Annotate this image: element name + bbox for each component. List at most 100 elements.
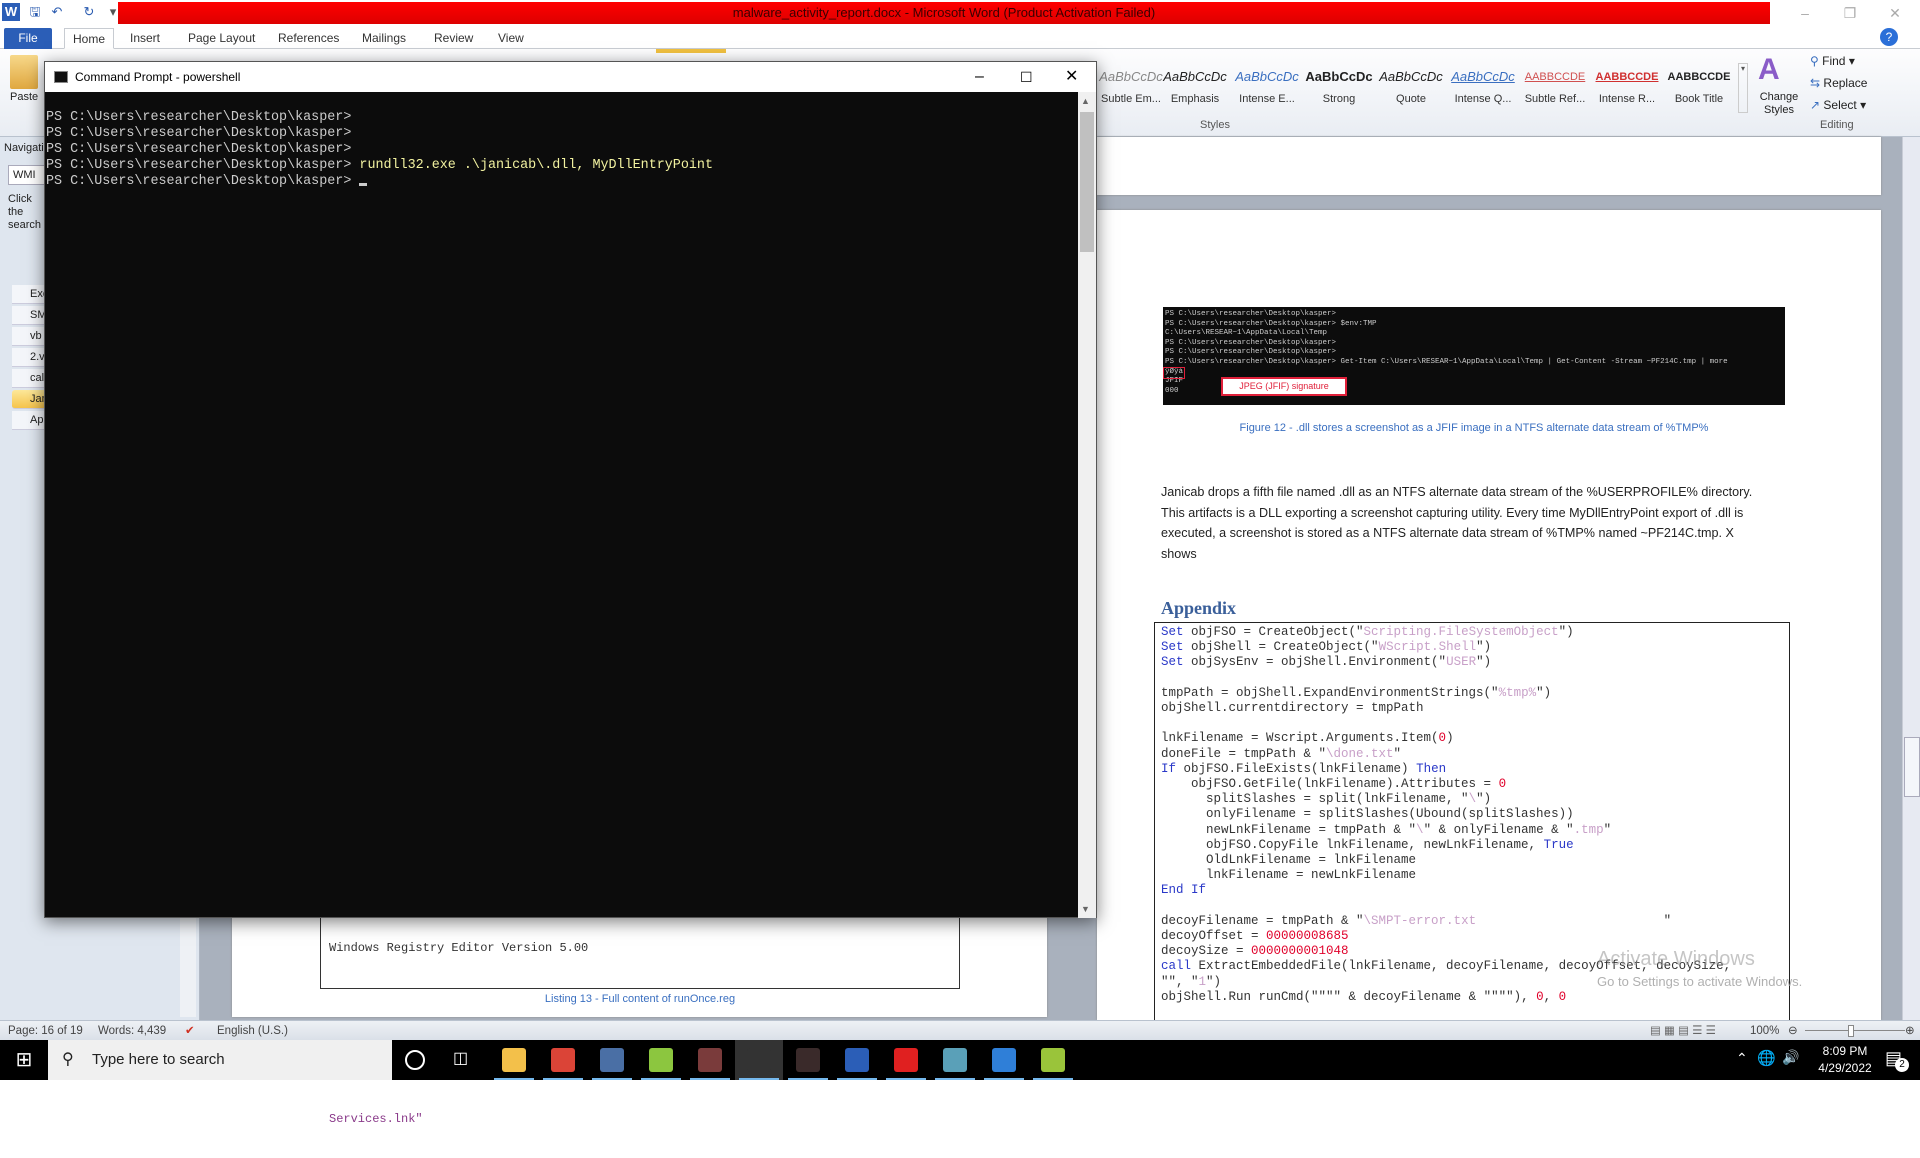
tab-review[interactable]: Review [426,28,481,49]
cmd-output[interactable]: PS C:\Users\researcher\Desktop\kasper> PS… [45,92,1078,918]
language[interactable]: English (U.S.) [217,1021,288,1041]
style-intense-reference[interactable]: AABBCCDE Intense R... [1592,67,1662,115]
zoom-level[interactable]: 100% [1750,1021,1779,1041]
redo-icon[interactable]: ↻ [80,3,98,21]
show-hidden-icons[interactable]: ⌃ [1736,1050,1748,1067]
bug-tool-icon [796,1048,820,1072]
zoom-out-icon[interactable]: ⊖ [1788,1021,1798,1041]
taskbar-app-notepadpp[interactable] [637,1040,685,1080]
paste-button[interactable]: Paste [10,91,38,103]
taskbar-app-monkey-app[interactable] [686,1040,734,1080]
body-paragraph: Janicab drops a fifth file named .dll as… [1161,485,1753,561]
change-styles-button[interactable]: Change Styles [1752,91,1806,117]
style-subtle-reference[interactable]: AABBCCDE Subtle Ref... [1520,67,1590,115]
taskbar-app-file-explorer[interactable] [490,1040,538,1080]
tab-view[interactable]: View [490,28,532,49]
replace-button[interactable]: ⇆ Replace [1810,76,1867,90]
tab-file[interactable]: File [4,28,52,49]
action-center-icon[interactable]: ▤ 2 [1885,1048,1909,1072]
zoom-slider-thumb[interactable] [1848,1025,1854,1037]
cmd-scrollbar[interactable]: ▲ ▼ [1078,92,1096,918]
tab-insert[interactable]: Insert [122,28,168,49]
taskbar-app-green-app[interactable] [1029,1040,1077,1080]
taskbar-app-chrome[interactable] [539,1040,587,1080]
doc-vertical-scrollbar[interactable] [1902,137,1920,1020]
red-app-icon [894,1048,918,1072]
taskbar-app-photos[interactable] [980,1040,1028,1080]
zoom-slider[interactable] [1805,1030,1905,1031]
tab-page-layout[interactable]: Page Layout [180,28,263,49]
code-line: If objFSO.FileExists(lnkFilename) Then [1161,761,1447,776]
close-icon[interactable]: ✕ [1875,2,1915,24]
code-line: onlyFilename = splitSlashes(Ubound(split… [1161,807,1574,822]
word-count[interactable]: Words: 4,439 [98,1021,166,1041]
task-view-icon[interactable]: ◫ [453,1048,468,1068]
tab-home[interactable]: Home [64,28,115,49]
ribbon-tabs: File Home Insert Page Layout References … [0,25,1920,49]
cmd-title-bar[interactable]: Command Prompt - powershell – ☐ ✕ [45,62,1096,92]
view-buttons-icon[interactable]: ▤ ▦ ▤ ☰ ☰ [1650,1021,1716,1041]
volume-icon[interactable]: 🔊 [1782,1049,1799,1066]
start-button[interactable]: ⊞ [0,1040,48,1080]
help-icon[interactable]: ? [1880,28,1898,46]
cmd-minimize-icon[interactable]: – [975,62,984,92]
cmd-scroll-up-icon[interactable]: ▲ [1081,96,1090,106]
tab-references[interactable]: References [270,28,347,49]
style-quote[interactable]: AaBbCcDc Quote [1376,67,1446,115]
taskbar-app-word[interactable] [833,1040,881,1080]
taskbar-app-red-app[interactable] [882,1040,930,1080]
change-styles-icon[interactable]: A [1758,53,1780,87]
cmd-command-line: PS C:\Users\researcher\Desktop\kasper> r… [46,158,713,173]
replace-icon: ⇆ [1810,76,1821,90]
code-line: Set objSysEnv = objShell.Environment("US… [1161,655,1492,670]
taskbar-app-bug-tool[interactable] [784,1040,832,1080]
listing13-box: Windows Registry Editor Version 5.00 [HK… [320,907,960,1126]
save-icon[interactable]: 🖫 [26,3,44,21]
photos-icon [992,1048,1016,1072]
lock-tool-icon [600,1048,624,1072]
code-line: Set objShell = CreateObject("WScript.She… [1161,640,1492,655]
zoom-in-icon[interactable]: ⊕ [1905,1021,1915,1041]
network-icon[interactable]: 🌐 [1757,1049,1776,1067]
doc-scroll-thumb[interactable] [1904,737,1920,797]
select-button[interactable]: ↗ Select ▾ [1810,98,1866,112]
find-button[interactable]: ⚲ Find ▾ [1810,54,1855,68]
code-line: objShell.currentdirectory = tmpPath [1161,701,1424,716]
figure12-line: PS C:\Users\researcher\Desktop\kasper> [1165,310,1337,318]
style-strong[interactable]: AaBbCcDc Strong [1304,67,1374,115]
style-emphasis[interactable]: AaBbCcDc Emphasis [1160,67,1230,115]
cmd-scroll-thumb[interactable] [1080,112,1094,252]
taskbar-search-box[interactable]: ⚲ Type here to search [48,1040,392,1080]
cmd-scroll-down-icon[interactable]: ▼ [1081,904,1090,914]
paste-icon[interactable] [10,55,38,89]
undo-icon[interactable]: ↶ [48,3,66,21]
command-prompt-window[interactable]: Command Prompt - powershell – ☐ ✕ PS C:\… [44,61,1097,918]
cortana-icon[interactable] [405,1050,425,1070]
page-count[interactable]: Page: 16 of 19 [8,1021,83,1041]
code-line: splitSlashes = split(lnkFilename, "\") [1161,792,1492,807]
notepadpp-icon [649,1048,673,1072]
clock[interactable]: 8:09 PM 4/29/2022 [1810,1043,1880,1077]
style-subtle-emphasis[interactable]: AaBbCcDc Subtle Em... [1096,67,1166,115]
tab-mailings[interactable]: Mailings [354,28,414,49]
restore-icon[interactable]: ❐ [1830,2,1870,24]
taskbar-app-lock-tool[interactable] [588,1040,636,1080]
notification-badge: 2 [1895,1058,1909,1072]
cmd-command: rundll32.exe .\janicab\.dll, MyDllEntryP… [359,158,713,173]
activate-windows-title: Activate Windows [1597,948,1755,970]
code-line: lnkFilename = newLnkFilename [1161,868,1417,883]
styles-more-icon[interactable]: ▾ [1738,63,1748,113]
proofing-icon[interactable]: ✔ [185,1021,195,1041]
taskbar-app-calculator[interactable] [931,1040,979,1080]
cmd-maximize-icon[interactable]: ☐ [1020,62,1033,92]
cmd-close-icon[interactable]: ✕ [1065,62,1078,92]
style-intense-quote[interactable]: AaBbCcDc Intense Q... [1448,67,1518,115]
text-cursor [359,183,368,186]
taskbar-app-terminal[interactable] [735,1040,783,1080]
figure12-line: PS C:\Users\researcher\Desktop\kasper> $… [1165,319,1377,328]
style-book-title[interactable]: AABBCCDE Book Title [1664,67,1734,115]
minimize-icon[interactable]: – [1785,2,1825,24]
style-intense-emphasis[interactable]: AaBbCcDc Intense E... [1232,67,1302,115]
